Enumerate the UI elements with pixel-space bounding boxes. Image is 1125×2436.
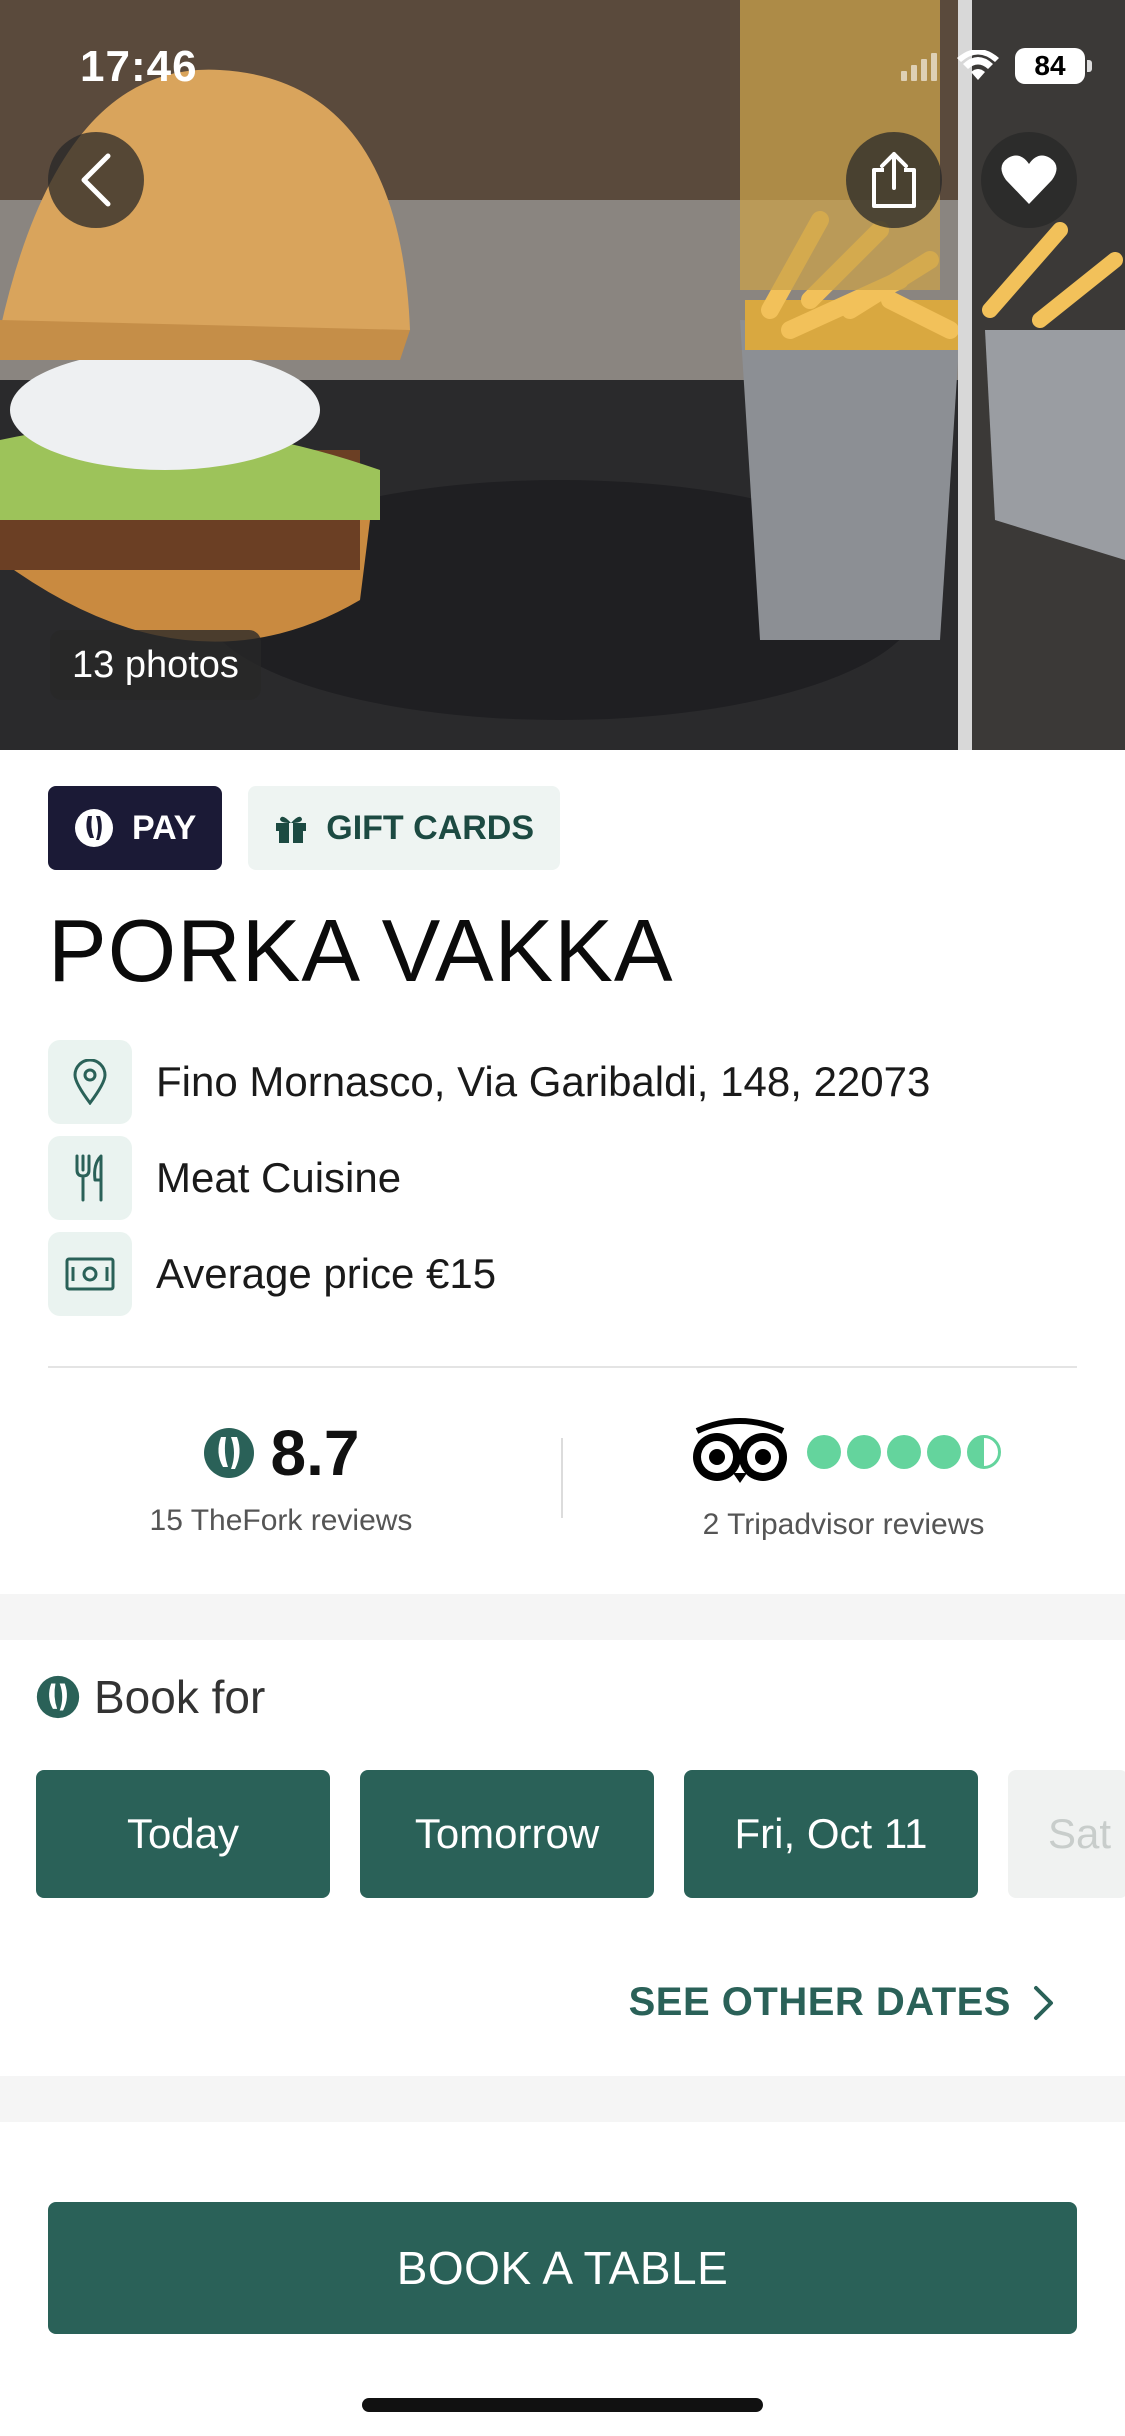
gift-cards-tag[interactable]: GIFT CARDS [248, 786, 561, 870]
rating-bubble-full [846, 1435, 881, 1469]
share-button[interactable] [846, 132, 942, 228]
battery-indicator: 84 [1015, 48, 1092, 84]
rating-bubble-full [886, 1435, 921, 1469]
address-row[interactable]: Fino Mornasco, Via Garibaldi, 148, 22073 [48, 1040, 930, 1124]
chevron-left-icon [81, 153, 111, 207]
book-table-button[interactable]: BOOK A TABLE [48, 2202, 1077, 2334]
date-options: Today Tomorrow Fri, Oct 11 Sat [36, 1770, 1125, 1898]
thefork-logo-icon [36, 1675, 80, 1719]
section-band [0, 1594, 1125, 1640]
status-icons: 84 [901, 48, 1092, 84]
photo-count-badge[interactable]: 13 photos [50, 630, 261, 700]
cuisine-row: Meat Cuisine [48, 1136, 930, 1220]
heart-icon [1001, 155, 1057, 204]
tripadvisor-review-count: 2 Tripadvisor reviews [702, 1508, 985, 1541]
date-sat-button[interactable]: Sat [1008, 1770, 1125, 1898]
see-other-dates-link[interactable]: SEE OTHER DATES [629, 1980, 1055, 2025]
gift-icon [276, 816, 307, 843]
ratings-section: 8.7 15 TheFork reviews 2 Tripadvisor rev… [0, 1380, 1125, 1590]
hero-photo[interactable]: 17:46 84 13 photos [0, 0, 1125, 750]
home-indicator[interactable] [362, 2398, 763, 2412]
average-price-text: Average price €15 [156, 1250, 497, 1297]
thefork-review-count: 15 TheFork reviews [149, 1504, 413, 1537]
section-band [0, 2076, 1125, 2122]
wifi-icon [957, 50, 999, 80]
address-text: Fino Mornasco, Via Garibaldi, 148, 22073 [156, 1058, 931, 1105]
favorite-button[interactable] [981, 132, 1077, 228]
restaurant-name: PORKA VAKKA [48, 901, 674, 1000]
banknote-icon [48, 1232, 132, 1316]
rating-bubble-full [806, 1435, 841, 1469]
rating-bubble-half [966, 1435, 1001, 1469]
book-for-heading: Book for [36, 1670, 265, 1724]
divider [48, 1366, 1077, 1368]
feature-tags: PAY GIFT CARDS [48, 786, 561, 870]
share-icon [872, 152, 916, 208]
location-pin-icon [48, 1040, 132, 1124]
rating-bubble-full [926, 1435, 961, 1469]
gift-cards-label: GIFT CARDS [326, 808, 535, 847]
tripadvisor-rating[interactable]: 2 Tripadvisor reviews [562, 1380, 1125, 1542]
back-button[interactable] [48, 132, 144, 228]
thefork-logo-icon [75, 809, 113, 847]
book-for-label: Book for [94, 1671, 266, 1723]
status-bar: 17:46 84 [0, 0, 1125, 140]
tripadvisor-bubbles [806, 1435, 1001, 1469]
see-other-dates-label: SEE OTHER DATES [628, 1980, 1011, 2024]
thefork-score: 8.7 [270, 1417, 360, 1489]
pay-tag[interactable]: PAY [48, 786, 223, 870]
date-tomorrow-button[interactable]: Tomorrow [360, 1770, 654, 1898]
tripadvisor-owl-icon [692, 1418, 787, 1483]
price-row: Average price €15 [48, 1232, 930, 1316]
date-fri-button[interactable]: Fri, Oct 11 [684, 1770, 978, 1898]
restaurant-info: Fino Mornasco, Via Garibaldi, 148, 22073… [48, 1040, 930, 1328]
signal-icon [901, 53, 937, 81]
thefork-logo-icon [203, 1428, 254, 1478]
fork-knife-icon [48, 1136, 132, 1220]
date-today-button[interactable]: Today [36, 1770, 330, 1898]
cuisine-text: Meat Cuisine [156, 1154, 402, 1201]
pay-tag-label: PAY [132, 808, 197, 847]
thefork-rating[interactable]: 8.7 15 TheFork reviews [0, 1380, 562, 1538]
status-time: 17:46 [80, 42, 198, 91]
chevron-right-icon [1034, 1985, 1053, 2020]
